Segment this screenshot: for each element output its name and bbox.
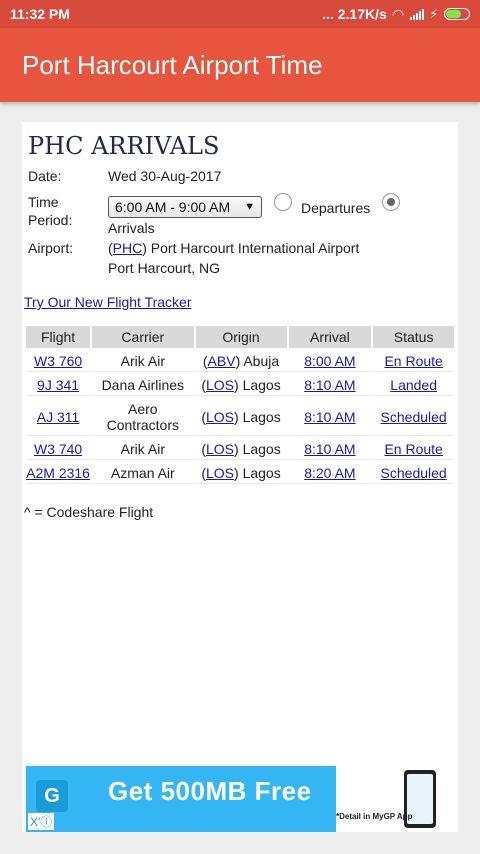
date-value: Wed 30-Aug-2017 <box>108 168 222 184</box>
arrival-time-link[interactable]: 8:00 AM <box>304 353 355 369</box>
airport-name: Port Harcourt International Airport <box>150 240 360 256</box>
flight-link[interactable]: AJ 311 <box>37 409 80 425</box>
ad-close-icon[interactable]: X'ⓘ <box>28 813 55 830</box>
flight-link[interactable]: A2M 2316 <box>26 465 90 481</box>
origin-city: Lagos <box>242 440 281 457</box>
arrival-time-link[interactable]: 8:10 AM <box>304 377 355 393</box>
table-row: W3 760 Arik Air (ABV) Abuja 8:00 AM En R… <box>26 350 454 372</box>
header-carrier: Carrier <box>92 326 194 348</box>
arrivals-label: Arrivals <box>108 220 155 236</box>
airport-label: Airport: <box>28 240 74 256</box>
flight-link[interactable]: W3 760 <box>34 353 82 369</box>
origin-code-link[interactable]: LOS <box>206 409 234 425</box>
network-speed: ... 2.17K/s <box>322 6 387 22</box>
arrival-time-link[interactable]: 8:20 AM <box>304 465 355 481</box>
carrier-cell: Dana Airlines <box>92 374 194 396</box>
arrival-time-link[interactable]: 8:10 AM <box>304 409 355 425</box>
origin-cell: (ABV) Abuja <box>195 350 287 372</box>
time-period-select[interactable]: 6:00 AM - 9:00 AM ▼ <box>108 196 262 218</box>
carrier-cell: Arik Air <box>92 438 194 460</box>
header-origin: Origin <box>195 326 287 348</box>
app-bar: Port Harcourt Airport Time <box>0 28 480 102</box>
carrier-line-2: Contractors <box>106 416 179 433</box>
origin-cell: (LOS) Lagos <box>195 374 287 396</box>
period-label: Period: <box>28 212 73 228</box>
charging-icon: ⚡ <box>429 7 438 21</box>
signal-icon <box>409 8 424 20</box>
airport-city: Port Harcourt, NG <box>108 260 221 276</box>
status-link[interactable]: En Route <box>384 441 442 457</box>
arrivals-radio[interactable] <box>382 193 400 211</box>
carrier-cell: Arik Air <box>92 350 194 372</box>
codeshare-note: ^ = Codeshare Flight <box>24 504 154 520</box>
carrier-cell: Aero Contractors <box>92 398 194 436</box>
dropdown-arrow-icon: ▼ <box>244 201 255 213</box>
origin-code-link[interactable]: LOS <box>206 465 234 481</box>
status-link[interactable]: Scheduled <box>381 465 447 481</box>
header-status: Status <box>373 326 454 348</box>
status-link[interactable]: En Route <box>384 353 442 369</box>
header-flight: Flight <box>26 326 91 348</box>
ad-note: *Detail in MyGP App <box>336 812 413 821</box>
content-card: PHC ARRIVALS Date: Wed 30-Aug-2017 Time … <box>22 122 458 832</box>
airport-value: (PHC) Port Harcourt International Airpor… <box>108 240 360 256</box>
ad-banner[interactable]: G Get 500MB Free X'ⓘ <box>26 766 336 832</box>
flight-link[interactable]: 9J 341 <box>37 377 79 393</box>
origin-cell: (LOS) Lagos <box>195 398 287 436</box>
origin-code-link[interactable]: LOS <box>206 441 234 457</box>
origin-cell: (LOS) Lagos <box>195 438 287 460</box>
status-bar: 11:32 PM ... 2.17K/s ◠ ⚡ <box>0 0 480 28</box>
flight-link[interactable]: W3 740 <box>34 441 82 457</box>
table-row: A2M 2316 Azman Air (LOS) Lagos 8:20 AM S… <box>26 462 454 484</box>
table-row: W3 740 Arik Air (LOS) Lagos 8:10 AM En R… <box>26 438 454 460</box>
carrier-line-1: Aero <box>128 400 158 417</box>
origin-code-link[interactable]: ABV <box>208 353 236 369</box>
ad-banner-right[interactable]: *Detail in MyGP App <box>336 766 458 832</box>
status-link[interactable]: Scheduled <box>381 409 447 425</box>
table-row: 9J 341 Dana Airlines (LOS) Lagos 8:10 AM… <box>26 374 454 396</box>
arrival-time-link[interactable]: 8:10 AM <box>304 441 355 457</box>
departures-radio[interactable] <box>274 193 292 211</box>
flight-tracker-link[interactable]: Try Our New Flight Tracker <box>24 294 192 310</box>
departures-label: Departures <box>301 200 371 216</box>
date-label: Date: <box>28 168 62 184</box>
origin-code-link[interactable]: LOS <box>206 377 234 393</box>
origin-city: Abuja <box>243 352 280 369</box>
airport-code-link[interactable]: PHC <box>113 240 143 256</box>
app-title: Port Harcourt Airport Time <box>22 49 323 80</box>
wifi-icon: ◠ <box>392 5 404 22</box>
ad-logo-icon: G <box>36 780 68 812</box>
ad-headline: Get 500MB Free <box>108 776 312 806</box>
clock: 11:32 PM <box>10 6 70 22</box>
origin-cell: (LOS) Lagos <box>195 462 287 484</box>
time-label: Time <box>28 194 59 210</box>
origin-city: Lagos <box>242 464 281 481</box>
status-link[interactable]: Landed <box>390 377 437 393</box>
time-period-value: 6:00 AM - 9:00 AM <box>115 199 231 215</box>
arrivals-table: Flight Carrier Origin Arrival Status W3 … <box>24 324 456 486</box>
battery-icon <box>444 8 470 20</box>
carrier-cell: Azman Air <box>92 462 194 484</box>
origin-city: Lagos <box>242 376 281 393</box>
origin-city: Lagos <box>242 408 281 425</box>
header-arrival: Arrival <box>288 326 372 348</box>
table-row: AJ 311 Aero Contractors (LOS) Lagos 8:10 … <box>26 398 454 436</box>
page-title: PHC ARRIVALS <box>28 132 220 160</box>
